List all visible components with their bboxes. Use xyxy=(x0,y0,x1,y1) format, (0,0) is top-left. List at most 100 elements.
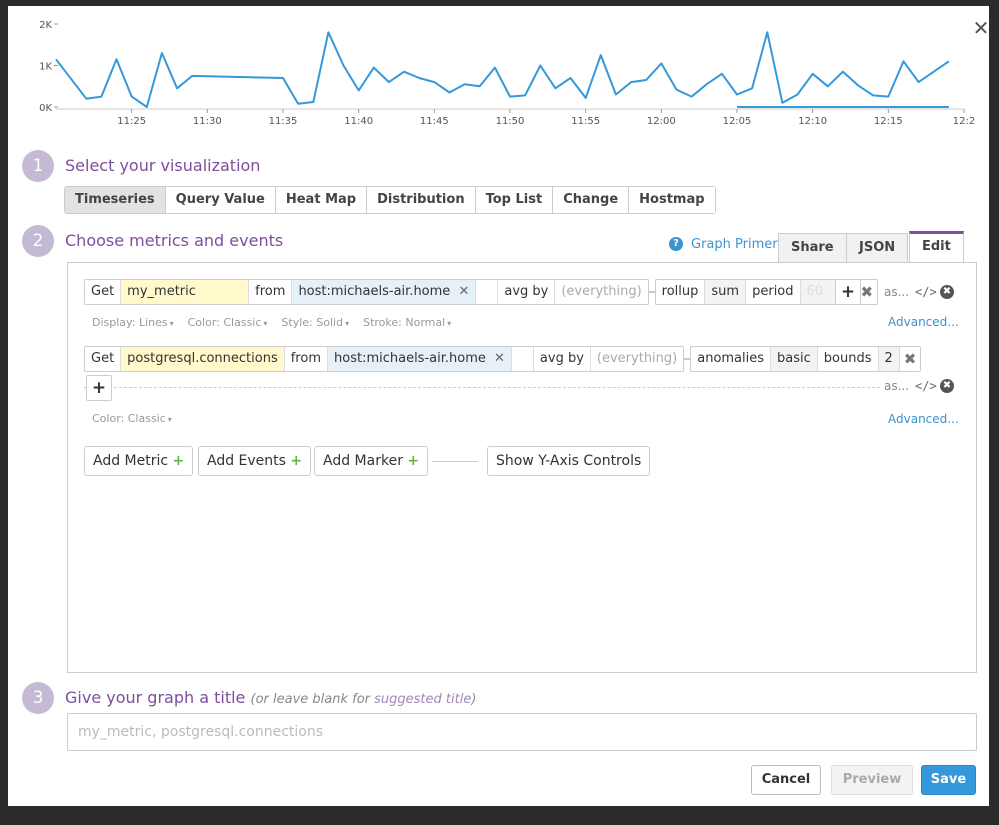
graph-title-input[interactable] xyxy=(67,713,977,751)
chevron-down-icon: ▾ xyxy=(169,319,174,328)
color-option[interactable]: Color: Classic ▾ xyxy=(188,316,268,329)
bounds-input[interactable]: 2 xyxy=(878,347,900,371)
advanced-link-1[interactable]: Advanced... xyxy=(888,315,959,329)
suggested-title-link[interactable]: suggested title xyxy=(374,692,471,707)
step-1-number: 1 xyxy=(22,150,54,182)
viz-tab-top-list[interactable]: Top List xyxy=(475,187,554,213)
x-axis: 11:25 11:30 11:35 11:40 11:45 11:50 11:55 12:00… xyxy=(56,108,975,127)
get-label: Get xyxy=(85,280,122,304)
divider xyxy=(432,461,478,462)
tab-edit[interactable]: Edit xyxy=(909,231,964,263)
display-option[interactable]: Display: Lines ▾ xyxy=(92,316,174,329)
host-tag[interactable]: host:michaels-air.home ✕ xyxy=(328,347,512,371)
get-label: Get xyxy=(85,347,122,371)
query-1-options: Display: Lines ▾ Color: Classic ▾ Style: S… xyxy=(92,316,451,329)
cancel-button[interactable]: Cancel xyxy=(751,765,821,795)
viz-tab-query-value[interactable]: Query Value xyxy=(165,187,276,213)
metric-editor-panel: Get my_metric from host:michaels-air.hom… xyxy=(67,262,977,673)
help-icon[interactable]: ? xyxy=(669,237,683,251)
alias-link[interactable]: as... xyxy=(884,379,909,393)
viz-tab-hostmap[interactable]: Hostmap xyxy=(629,187,715,213)
style-option[interactable]: Style: Solid ▾ xyxy=(281,316,349,329)
query-1-main: Get my_metric from host:michaels-air.hom… xyxy=(84,279,649,305)
viz-tab-distribution[interactable]: Distribution xyxy=(367,187,476,213)
add-function-button[interactable]: + xyxy=(835,279,861,305)
tab-json[interactable]: JSON xyxy=(846,233,909,263)
step-3-number: 3 xyxy=(22,682,54,714)
group-by-input[interactable]: (everything) xyxy=(591,347,683,371)
x-tick-label: 11:45 xyxy=(420,116,449,127)
chevron-down-icon: ▾ xyxy=(345,319,350,328)
stroke-option[interactable]: Stroke: Normal ▾ xyxy=(363,316,451,329)
viz-tab-heat-map[interactable]: Heat Map xyxy=(275,187,368,213)
remove-tag-icon[interactable]: ✕ xyxy=(458,284,469,299)
query-row-2: Get postgresql.connections from host:mic… xyxy=(84,346,922,372)
host-tag[interactable]: host:michaels-air.home ✕ xyxy=(292,280,477,304)
x-tick-label: 11:30 xyxy=(193,116,222,127)
chart-series xyxy=(55,31,950,108)
x-tick-label: 11:40 xyxy=(344,116,373,127)
query-2-main: Get postgresql.connections from host:mic… xyxy=(84,346,685,372)
query-2-options: Color: Classic ▾ xyxy=(92,412,172,425)
x-tick-label: 12:2 xyxy=(953,116,975,127)
code-icon[interactable]: </> xyxy=(915,379,937,393)
remove-function-icon[interactable]: ✖ xyxy=(900,347,921,371)
x-tick-label: 12:10 xyxy=(798,116,827,127)
bounds-label: bounds xyxy=(818,347,879,371)
avg-by-label: avg by xyxy=(498,280,556,304)
delete-query-icon[interactable]: ✖ xyxy=(940,285,954,299)
y-tick-label: 0K xyxy=(39,103,52,114)
show-y-axis-controls-button[interactable]: Show Y-Axis Controls xyxy=(487,446,651,476)
connector xyxy=(648,291,655,293)
add-metric-button[interactable]: Add Metric + xyxy=(84,446,194,476)
x-tick-label: 12:05 xyxy=(723,116,752,127)
add-events-button[interactable]: Add Events + xyxy=(198,446,312,476)
divider xyxy=(84,387,880,388)
color-option[interactable]: Color: Classic ▾ xyxy=(92,412,172,425)
code-icon[interactable]: </> xyxy=(915,285,937,299)
metric-input[interactable]: postgresql.connections xyxy=(121,347,285,371)
y-tick-label: 2K xyxy=(39,20,52,31)
anomalies-algorithm[interactable]: basic xyxy=(771,347,818,371)
x-tick-label: 11:50 xyxy=(496,116,525,127)
rollup-method[interactable]: sum xyxy=(705,280,747,304)
add-function-button[interactable]: + xyxy=(86,375,112,401)
timeseries-chart: 0K1K2K 11:25 11:30 11:35 11:40 11:45 11:50 11:… xyxy=(39,20,975,127)
x-tick-label: 11:25 xyxy=(117,116,146,127)
delete-query-icon[interactable]: ✖ xyxy=(940,379,954,393)
host-input-spacer[interactable] xyxy=(512,347,534,371)
step-2-number: 2 xyxy=(22,225,54,257)
step-1-title: Select your visualization xyxy=(65,156,261,175)
from-label: from xyxy=(285,347,328,371)
visualization-tabs: Timeseries Query Value Heat Map Distribu… xyxy=(64,186,716,214)
plus-icon: + xyxy=(290,453,303,469)
rollup-label: rollup xyxy=(656,280,706,304)
metric-input[interactable]: my_metric xyxy=(121,280,250,304)
chevron-down-icon: ▾ xyxy=(167,415,172,424)
query-row-1: Get my_metric from host:michaels-air.hom… xyxy=(84,279,879,305)
preview-button[interactable]: Preview xyxy=(831,765,913,795)
graph-primer-link[interactable]: Graph Primer xyxy=(691,237,778,252)
title-hint: (or leave blank for suggested title) xyxy=(250,692,477,707)
host-input-spacer[interactable] xyxy=(476,280,499,304)
x-tick-label: 12:00 xyxy=(647,116,676,127)
from-label: from xyxy=(249,280,293,304)
advanced-link-2[interactable]: Advanced... xyxy=(888,412,959,426)
tab-share[interactable]: Share xyxy=(778,233,847,263)
x-tick-label: 11:35 xyxy=(269,116,298,127)
viz-tab-change[interactable]: Change xyxy=(553,187,630,213)
viz-tab-timeseries[interactable]: Timeseries xyxy=(65,187,166,213)
graph-editor-dialog: ✕ 0K 1K 2K 11:25 11:30 11:35 11:40 11:45 11:50 1… xyxy=(8,6,989,806)
series-line-1 xyxy=(55,31,950,108)
host-tag-label: host:michaels-air.home xyxy=(298,284,451,299)
group-by-input[interactable]: (everything) xyxy=(555,280,647,304)
save-button[interactable]: Save xyxy=(921,765,976,795)
alias-link[interactable]: as... xyxy=(884,285,909,299)
anomalies-label: anomalies xyxy=(691,347,772,371)
y-axis: 0K 1K 2K xyxy=(39,20,52,114)
chevron-down-icon: ▾ xyxy=(447,319,452,328)
remove-tag-icon[interactable]: ✕ xyxy=(494,351,505,366)
add-marker-button[interactable]: Add Marker + xyxy=(314,446,429,476)
plus-icon: + xyxy=(172,453,185,469)
step-3-title: Give your graph a title (or leave blank … xyxy=(65,688,476,707)
